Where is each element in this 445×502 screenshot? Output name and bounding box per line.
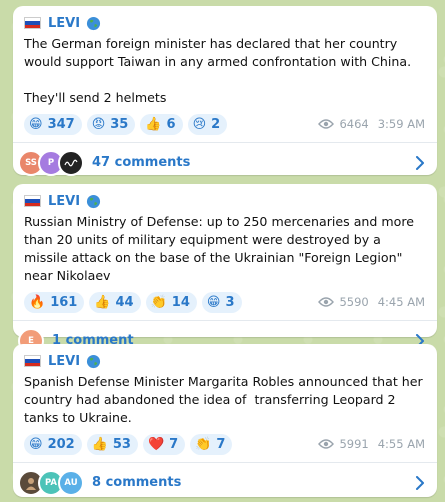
reaction-emoji: 😢 bbox=[192, 116, 207, 132]
message-header: LEVI bbox=[24, 14, 425, 32]
reactions-row: 🔥 161 👍 44 👏 14 😁 3 5590 4:45 AM bbox=[24, 291, 425, 313]
commenter-avatars: SS P bbox=[18, 149, 84, 176]
message-text: Spanish Defense Minister Margarita Roble… bbox=[24, 374, 427, 425]
view-count: 5991 bbox=[339, 437, 369, 451]
reaction-chip[interactable]: 👍 6 bbox=[140, 113, 183, 135]
reaction-chip[interactable]: 😁 347 bbox=[24, 113, 82, 135]
reaction-chip[interactable]: 🔥 161 bbox=[24, 291, 85, 313]
reaction-count: 53 bbox=[112, 436, 131, 452]
reaction-count: 202 bbox=[47, 436, 75, 452]
reaction-count: 6 bbox=[166, 116, 176, 132]
reaction-emoji: 👏 bbox=[150, 294, 167, 310]
reaction-count: 161 bbox=[50, 294, 78, 310]
russia-flag-icon bbox=[24, 195, 41, 207]
reaction-emoji: 👏 bbox=[195, 436, 212, 452]
reaction-emoji: ❤️ bbox=[147, 436, 165, 452]
reaction-count: 14 bbox=[171, 294, 190, 310]
reaction-emoji: 😁 bbox=[29, 436, 43, 452]
message-meta: 6464 3:59 AM bbox=[318, 117, 425, 131]
message-text: Russian Ministry of Defense: up to 250 m… bbox=[24, 214, 419, 283]
avatar bbox=[58, 149, 84, 176]
message-header: LEVI bbox=[24, 192, 425, 210]
timestamp: 4:55 AM bbox=[377, 437, 425, 451]
reaction-chip[interactable]: ❤️ 7 bbox=[142, 433, 186, 455]
reaction-emoji: 😁 bbox=[29, 116, 43, 132]
russia-flag-icon bbox=[24, 17, 41, 29]
reaction-chip[interactable]: 😡 35 bbox=[86, 113, 136, 135]
author-name[interactable]: LEVI bbox=[48, 354, 80, 369]
message-meta: 5991 4:55 AM bbox=[318, 437, 425, 451]
message-card[interactable]: LEVI The German foreign minister has dec… bbox=[13, 6, 437, 176]
author-name[interactable]: LEVI bbox=[48, 16, 80, 31]
message-text: The German foreign minister has declared… bbox=[24, 36, 412, 105]
comments-count-label: 8 comments bbox=[92, 475, 182, 490]
timestamp: 3:59 AM bbox=[377, 117, 425, 131]
reaction-emoji: 👍 bbox=[145, 116, 162, 132]
avatar: AU bbox=[58, 469, 84, 496]
reactions-row: 😁 202 👍 53 ❤️ 7 👏 7 5991 4:55 AM bbox=[24, 433, 425, 455]
signature-avatar-icon bbox=[64, 159, 78, 166]
globe-icon bbox=[87, 194, 101, 208]
russia-flag-icon bbox=[24, 355, 41, 367]
reaction-chip[interactable]: 👏 14 bbox=[145, 291, 197, 313]
reaction-emoji: 😁 bbox=[206, 294, 221, 310]
message-card[interactable]: LEVI Russian Ministry of Defense: up to … bbox=[13, 184, 437, 354]
reaction-count: 35 bbox=[110, 116, 129, 132]
comments-button[interactable]: SS P 47 comments bbox=[13, 142, 437, 182]
chevron-right-icon bbox=[416, 155, 424, 170]
globe-icon bbox=[87, 354, 101, 368]
reaction-count: 7 bbox=[169, 436, 179, 452]
person-photo-icon bbox=[26, 477, 36, 490]
commenter-avatars: PA AU bbox=[18, 469, 84, 496]
reaction-chip[interactable]: 😁 202 bbox=[24, 433, 82, 455]
comments-button[interactable]: PA AU 8 comments bbox=[13, 462, 437, 502]
reactions-row: 😁 347 😡 35 👍 6 😢 2 6464 3:59 AM bbox=[24, 113, 425, 135]
globe-icon bbox=[87, 16, 101, 30]
reaction-chip[interactable]: 👏 7 bbox=[190, 433, 233, 455]
message-card[interactable]: LEVI Spanish Defense Minister Margarita … bbox=[13, 344, 437, 497]
reaction-count: 3 bbox=[225, 294, 235, 310]
reaction-chip[interactable]: 😢 2 bbox=[187, 113, 228, 135]
reaction-emoji: 👍 bbox=[91, 436, 108, 452]
chevron-right-icon bbox=[416, 475, 424, 490]
reaction-count: 44 bbox=[115, 294, 134, 310]
reaction-chip[interactable]: 👍 53 bbox=[86, 433, 138, 455]
view-count: 6464 bbox=[339, 117, 369, 131]
message-meta: 5590 4:45 AM bbox=[318, 295, 425, 309]
reaction-count: 7 bbox=[216, 436, 226, 452]
view-count: 5590 bbox=[339, 295, 369, 309]
reaction-emoji: 🔥 bbox=[29, 294, 46, 310]
eye-icon bbox=[318, 297, 335, 307]
reaction-count: 2 bbox=[211, 116, 221, 132]
reaction-chip[interactable]: 👍 44 bbox=[89, 291, 141, 313]
comments-count-label: 47 comments bbox=[92, 155, 191, 170]
reaction-chip[interactable]: 😁 3 bbox=[201, 291, 242, 313]
eye-icon bbox=[318, 439, 335, 449]
reaction-emoji: 😡 bbox=[91, 116, 106, 132]
reaction-count: 347 bbox=[47, 116, 75, 132]
eye-icon bbox=[318, 119, 335, 129]
reaction-emoji: 👍 bbox=[94, 294, 111, 310]
author-name[interactable]: LEVI bbox=[48, 194, 80, 209]
message-header: LEVI bbox=[24, 352, 425, 370]
timestamp: 4:45 AM bbox=[377, 295, 425, 309]
